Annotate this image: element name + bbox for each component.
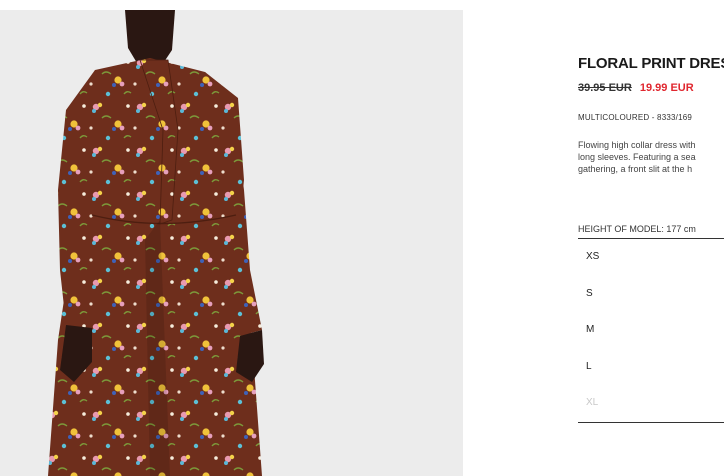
product-info-panel: FLORAL PRINT DRESS 39.95 EUR 19.99 EUR M… bbox=[578, 0, 724, 476]
size-option-s[interactable]: S bbox=[578, 276, 724, 313]
model-wearing-dress-image bbox=[0, 10, 463, 476]
description-line: Flowing high collar dress with bbox=[578, 140, 696, 150]
size-selector: XS S M L XL bbox=[578, 238, 724, 423]
product-description: Flowing high collar dress with long slee… bbox=[578, 139, 724, 175]
sale-price: 19.99 EUR bbox=[639, 82, 694, 94]
model-height: HEIGHT OF MODEL: 177 cm bbox=[578, 224, 696, 234]
original-price: 39.95 EUR bbox=[578, 82, 632, 94]
description-line: gathering, a front slit at the h bbox=[578, 164, 693, 174]
size-option-m[interactable]: M bbox=[578, 312, 724, 349]
price-row: 39.95 EUR 19.99 EUR bbox=[578, 82, 694, 94]
product-photo bbox=[0, 10, 463, 476]
size-option-xs[interactable]: XS bbox=[578, 239, 724, 276]
size-option-xl: XL bbox=[586, 397, 599, 409]
color-reference: MULTICOLOURED - 8333/169 bbox=[578, 113, 693, 122]
description-line: long sleeves. Featuring a sea bbox=[578, 152, 696, 162]
product-title: FLORAL PRINT DRESS bbox=[578, 55, 724, 72]
size-option-l[interactable]: L bbox=[578, 349, 724, 386]
